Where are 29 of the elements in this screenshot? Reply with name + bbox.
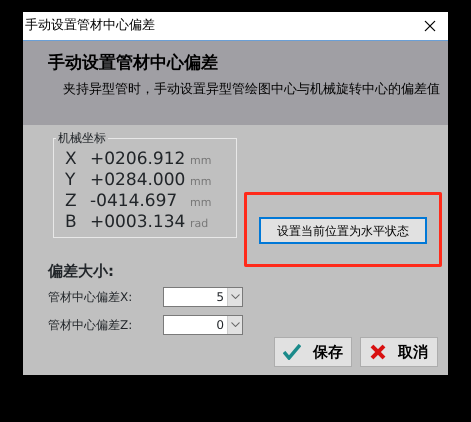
coordinate-value: +0206.912 bbox=[90, 148, 186, 171]
window-title: 手动设置管材中心偏差 bbox=[25, 17, 155, 36]
unit-label: rad bbox=[190, 216, 208, 232]
checkmark-icon bbox=[283, 344, 301, 360]
chevron-down-icon bbox=[230, 322, 240, 327]
cross-icon bbox=[370, 344, 386, 360]
field-label: 管材中心偏差Z: bbox=[48, 316, 134, 334]
set-level-button[interactable]: 设置当前位置为水平状态 bbox=[259, 217, 427, 244]
header-title: 手动设置管材中心偏差 bbox=[48, 52, 219, 74]
axis-label: B bbox=[64, 211, 78, 234]
chevron-down-icon bbox=[230, 294, 240, 299]
number-dropdown[interactable]: 5 bbox=[163, 286, 243, 306]
axis-label: X bbox=[64, 148, 78, 171]
number-dropdown[interactable]: 0 bbox=[163, 314, 243, 334]
cancel-button[interactable]: 取消 bbox=[360, 337, 438, 367]
unit-label: mm bbox=[190, 195, 212, 211]
close-icon[interactable] bbox=[424, 20, 436, 32]
section-heading: 偏差大小: bbox=[48, 261, 115, 282]
coordinate-value: +0284.000 bbox=[90, 169, 186, 192]
axis-label: Y bbox=[64, 169, 76, 192]
coordinate-value: +0003.134 bbox=[90, 211, 186, 234]
coordinate-value: -0414.697 bbox=[90, 190, 178, 213]
unit-label: mm bbox=[190, 174, 212, 190]
field-label: 管材中心偏差X: bbox=[48, 288, 134, 306]
group-title: 机械坐标 bbox=[56, 131, 108, 145]
axis-label: Z bbox=[64, 190, 78, 213]
unit-label: mm bbox=[190, 153, 212, 169]
save-button[interactable]: 保存 bbox=[274, 337, 352, 367]
header-subtitle: 夹持异型管时，手动设置异型管绘图中心与机械旋转中心的偏差值 bbox=[63, 81, 441, 99]
